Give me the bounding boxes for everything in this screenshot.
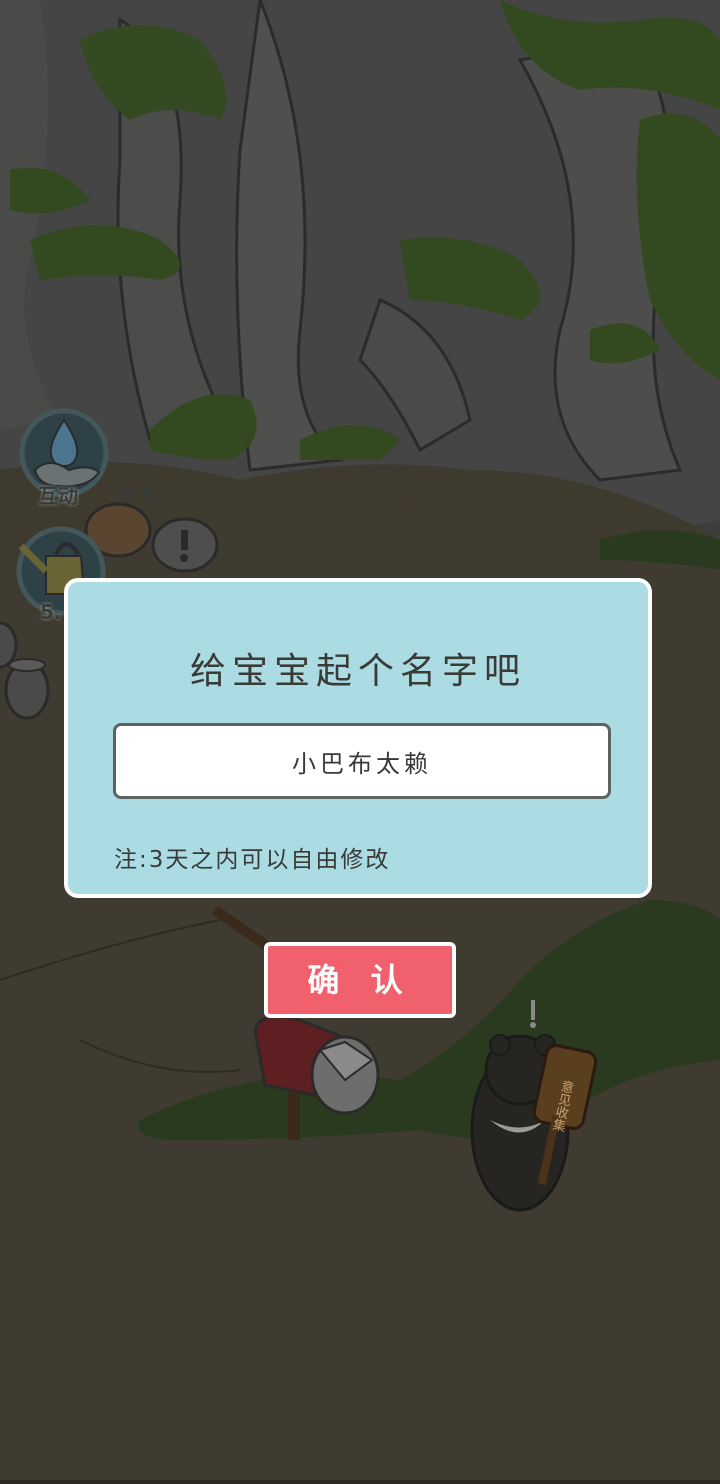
confirm-button[interactable]: 确 认	[264, 942, 456, 1018]
rename-note: 注:3天之内可以自由修改	[114, 847, 391, 873]
dialog-title: 给宝宝起个名字吧	[189, 651, 526, 692]
baby-name-input[interactable]	[113, 723, 611, 799]
name-baby-dialog: 给宝宝起个名字吧 注:3天之内可以自由修改	[64, 578, 652, 898]
